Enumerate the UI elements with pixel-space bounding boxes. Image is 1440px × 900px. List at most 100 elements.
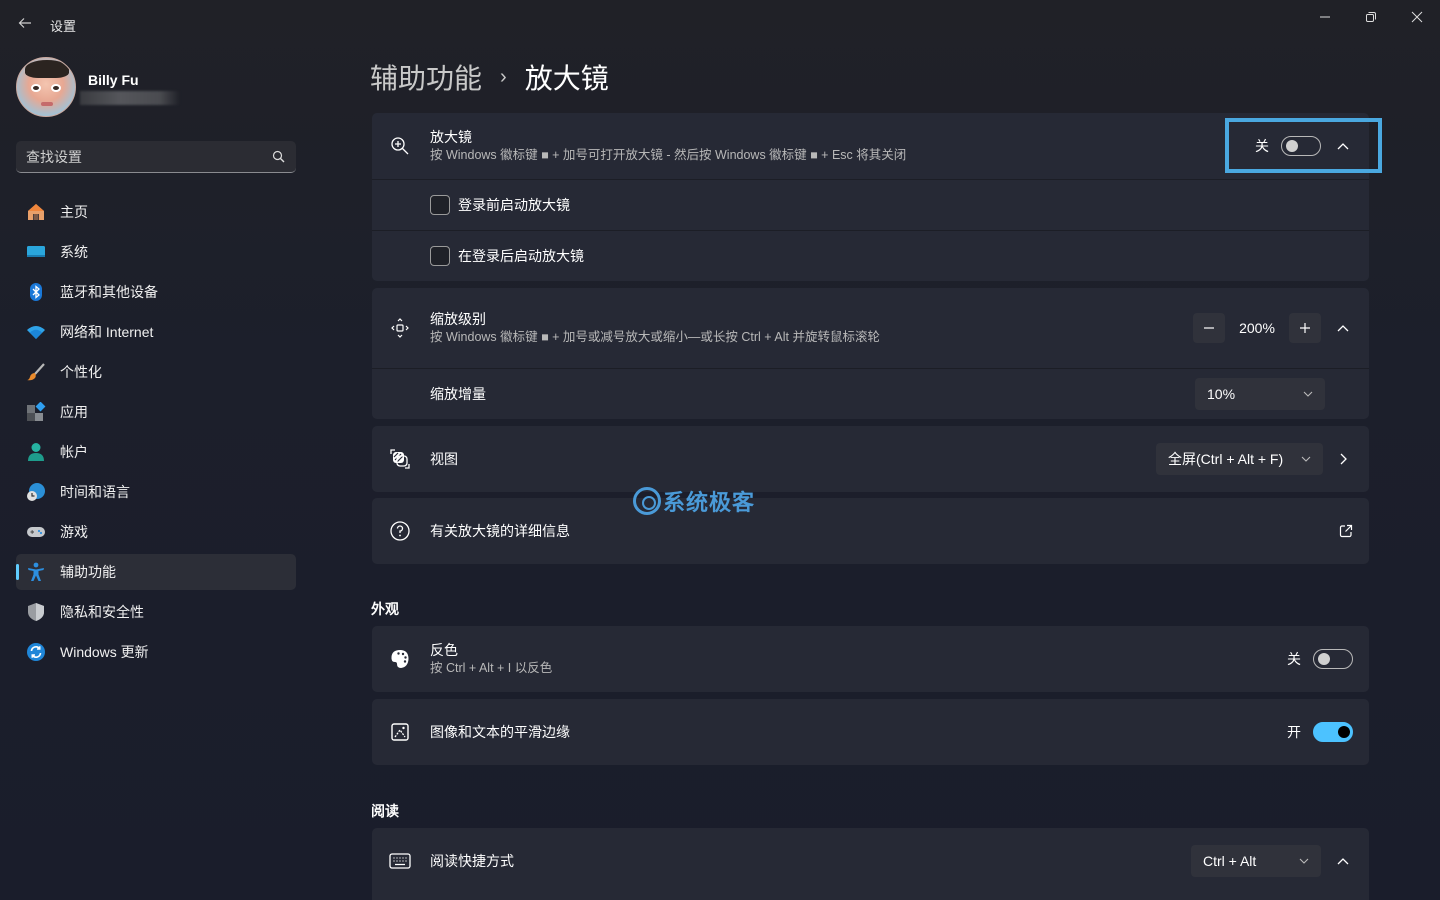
reading-shortcut-collapse-button[interactable] — [1329, 847, 1357, 875]
sidebar-item-gaming[interactable]: 游戏 — [16, 514, 296, 550]
sidebar-item-home[interactable]: 主页 — [16, 194, 296, 230]
search-icon[interactable] — [270, 149, 286, 165]
minimize-icon — [1320, 16, 1330, 18]
reading-shortcut-value: Ctrl + Alt — [1203, 853, 1257, 869]
update-icon — [26, 642, 46, 662]
search-input[interactable]: 查找设置 — [16, 141, 296, 173]
avatar[interactable] — [16, 57, 76, 117]
back-arrow-icon — [18, 18, 31, 28]
back-button[interactable] — [14, 12, 36, 34]
sidebar-item-accessibility[interactable]: 辅助功能 — [16, 554, 296, 590]
option-start-before-signin[interactable]: 登录前启动放大镜 — [372, 180, 1369, 231]
reading-shortcut-text: 阅读快捷方式 — [430, 852, 514, 870]
magnifier-toggle-label: 关 — [1255, 138, 1269, 154]
watermark-logo-icon — [633, 487, 661, 515]
title-bar: 设置 — [0, 0, 1440, 48]
smooth-edges-toggle[interactable] — [1313, 722, 1353, 742]
shield-icon — [26, 602, 46, 622]
magnifier-toggle[interactable] — [1281, 136, 1321, 156]
active-indicator — [16, 564, 19, 580]
magnifier-controls: 关 — [1255, 132, 1357, 160]
magnifier-title: 放大镜 — [430, 129, 472, 145]
restore-icon — [1366, 12, 1376, 22]
invert-colors-text: 反色 按 Ctrl + Alt + I 以反色 — [430, 641, 552, 677]
zoom-increment-dropdown[interactable]: 10% — [1195, 378, 1325, 410]
sidebar-item-network[interactable]: 网络和 Internet — [16, 314, 296, 350]
smooth-edges-controls: 开 — [1287, 722, 1353, 742]
chevron-up-icon — [1337, 858, 1349, 865]
zoom-level-row: 缩放级别 按 Windows 徽标键 ■ + 加号或减号放大或缩小—或长按 Ct… — [372, 288, 1369, 369]
zoom-increment-text: 缩放增量 — [430, 385, 486, 403]
view-navigate-button[interactable] — [1329, 445, 1357, 473]
close-button[interactable] — [1394, 0, 1440, 34]
palette-icon — [388, 647, 412, 671]
checkbox-start-before-signin[interactable] — [430, 195, 450, 215]
view-value: 全屏(Ctrl + Alt + F) — [1168, 451, 1284, 467]
zoom-level-card: 缩放级别 按 Windows 徽标键 ■ + 加号或减号放大或缩小—或长按 Ct… — [372, 288, 1369, 419]
time-language-icon — [26, 482, 46, 502]
magnifier-collapse-button[interactable] — [1329, 132, 1357, 160]
account-icon — [26, 442, 46, 462]
restore-button[interactable] — [1348, 0, 1394, 34]
sidebar-item-accounts[interactable]: 帐户 — [16, 434, 296, 470]
image-icon — [388, 720, 412, 744]
breadcrumb-parent[interactable]: 辅助功能 — [370, 57, 482, 97]
sidebar-item-system[interactable]: 系统 — [16, 234, 296, 270]
zoom-level-title: 缩放级别 — [430, 311, 486, 327]
sidebar-nav: 主页 系统 蓝牙和其他设备 网络和 Internet 个性化 应用 帐户 时间和… — [16, 194, 296, 674]
chevron-down-icon — [1299, 858, 1309, 864]
search-placeholder: 查找设置 — [26, 148, 82, 165]
close-icon — [1411, 11, 1423, 23]
watermark-text: 系统极客 — [663, 490, 756, 515]
sidebar-item-time-language[interactable]: 时间和语言 — [16, 474, 296, 510]
external-link-icon[interactable] — [1339, 524, 1353, 538]
smooth-edges-text: 图像和文本的平滑边缘 — [430, 723, 570, 741]
smooth-edges-row: 图像和文本的平滑边缘 开 — [372, 699, 1369, 765]
more-info-card: 有关放大镜的详细信息 — [372, 498, 1369, 564]
more-info-controls — [1339, 524, 1353, 538]
sidebar-item-apps[interactable]: 应用 — [16, 394, 296, 430]
magnifier-row[interactable]: 放大镜 按 Windows 徽标键 ■ + 加号可打开放大镜 - 然后按 Win… — [372, 113, 1369, 180]
reading-shortcut-row: 阅读快捷方式 Ctrl + Alt — [372, 828, 1369, 894]
checkbox-start-after-signin[interactable] — [430, 246, 450, 266]
invert-colors-card: 反色 按 Ctrl + Alt + I 以反色 关 — [372, 626, 1369, 692]
accessibility-icon — [26, 562, 46, 582]
bluetooth-icon — [26, 282, 46, 302]
invert-colors-toggle[interactable] — [1313, 649, 1353, 669]
app-title: 设置 — [50, 19, 77, 34]
view-dropdown[interactable]: 全屏(Ctrl + Alt + F) — [1156, 443, 1323, 475]
wifi-icon — [26, 322, 46, 342]
zoom-level-collapse-button[interactable] — [1329, 314, 1357, 342]
invert-colors-toggle-label: 关 — [1287, 651, 1301, 667]
sidebar-item-personalization[interactable]: 个性化 — [16, 354, 296, 390]
reading-shortcut-card: 阅读快捷方式 Ctrl + Alt — [372, 828, 1369, 900]
zoom-level-subtitle: 按 Windows 徽标键 ■ + 加号或减号放大或缩小—或长按 Ctrl + … — [430, 330, 880, 344]
more-info-link[interactable]: 有关放大镜的详细信息 — [372, 498, 1369, 564]
section-title-reading: 阅读 — [371, 803, 399, 819]
watermark: 系统极客 — [633, 485, 755, 517]
zoom-level-icon — [388, 316, 412, 340]
magnifier-card: 放大镜 按 Windows 徽标键 ■ + 加号可打开放大镜 - 然后按 Win… — [372, 113, 1369, 281]
view-row[interactable]: 视图 全屏(Ctrl + Alt + F) — [372, 426, 1369, 492]
invert-colors-row: 反色 按 Ctrl + Alt + I 以反色 关 — [372, 626, 1369, 692]
magnifier-subtitle: 按 Windows 徽标键 ■ + 加号可打开放大镜 - 然后按 Windows… — [430, 148, 907, 162]
user-name: Billy Fu — [88, 72, 139, 88]
apps-icon — [26, 402, 46, 422]
zoom-level-controls: 200% — [1193, 313, 1357, 343]
zoom-decrease-button[interactable] — [1193, 313, 1225, 343]
more-info-title: 有关放大镜的详细信息 — [430, 523, 570, 539]
sidebar-item-privacy[interactable]: 隐私和安全性 — [16, 594, 296, 630]
option-start-after-signin[interactable]: 在登录后启动放大镜 — [372, 231, 1369, 281]
sidebar-item-windows-update[interactable]: Windows 更新 — [16, 634, 296, 670]
user-email-redacted — [80, 91, 180, 105]
chevron-up-icon — [1337, 325, 1349, 332]
section-title-appearance: 外观 — [371, 601, 399, 617]
invert-colors-title: 反色 — [430, 642, 458, 658]
sidebar-item-bluetooth[interactable]: 蓝牙和其他设备 — [16, 274, 296, 310]
zoom-increase-button[interactable] — [1289, 313, 1321, 343]
minimize-button[interactable] — [1302, 0, 1348, 34]
zoom-increment-controls: 10% — [1195, 378, 1325, 410]
view-title: 视图 — [430, 451, 458, 467]
reading-shortcut-dropdown[interactable]: Ctrl + Alt — [1191, 845, 1321, 877]
smooth-edges-toggle-label: 开 — [1287, 724, 1301, 740]
